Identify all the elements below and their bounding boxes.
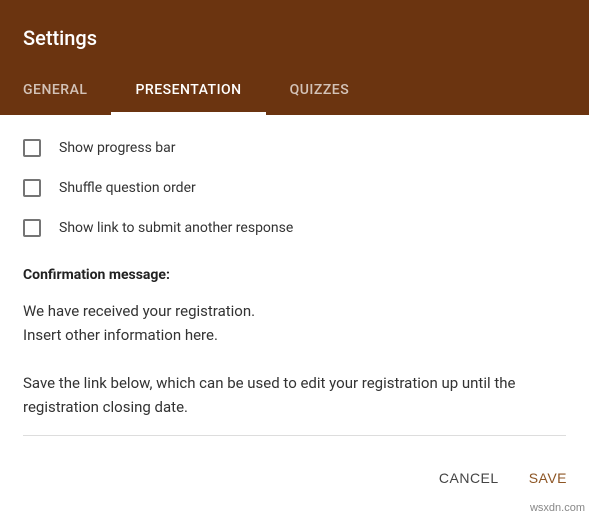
option-label: Shuffle question order <box>59 180 196 196</box>
option-show-submit-another-link[interactable]: Show link to submit another response <box>23 219 566 237</box>
watermark-text: wsxdn.com <box>530 502 585 514</box>
confirmation-message-input[interactable]: We have received your registration. Inse… <box>23 299 566 436</box>
checkbox-icon[interactable] <box>23 179 41 197</box>
option-show-progress-bar[interactable]: Show progress bar <box>23 139 566 157</box>
dialog-header: Settings GENERAL PRESENTATION QUIZZES <box>0 0 589 115</box>
tabs-bar: GENERAL PRESENTATION QUIZZES <box>0 68 589 115</box>
dialog-title: Settings <box>0 0 589 68</box>
checkbox-icon[interactable] <box>23 139 41 157</box>
tab-content-presentation: Show progress bar Shuffle question order… <box>0 115 589 436</box>
tab-presentation[interactable]: PRESENTATION <box>111 68 265 115</box>
confirmation-message-title: Confirmation message: <box>23 267 566 283</box>
option-shuffle-question-order[interactable]: Shuffle question order <box>23 179 566 197</box>
settings-dialog: Settings GENERAL PRESENTATION QUIZZES Sh… <box>0 0 589 516</box>
dialog-actions: CANCEL SAVE <box>439 462 567 494</box>
tab-quizzes[interactable]: QUIZZES <box>266 68 374 115</box>
option-label: Show link to submit another response <box>59 220 293 236</box>
option-label: Show progress bar <box>59 140 176 156</box>
tab-general[interactable]: GENERAL <box>23 68 111 115</box>
cancel-button[interactable]: CANCEL <box>439 462 499 494</box>
checkbox-icon[interactable] <box>23 219 41 237</box>
save-button[interactable]: SAVE <box>529 462 567 494</box>
